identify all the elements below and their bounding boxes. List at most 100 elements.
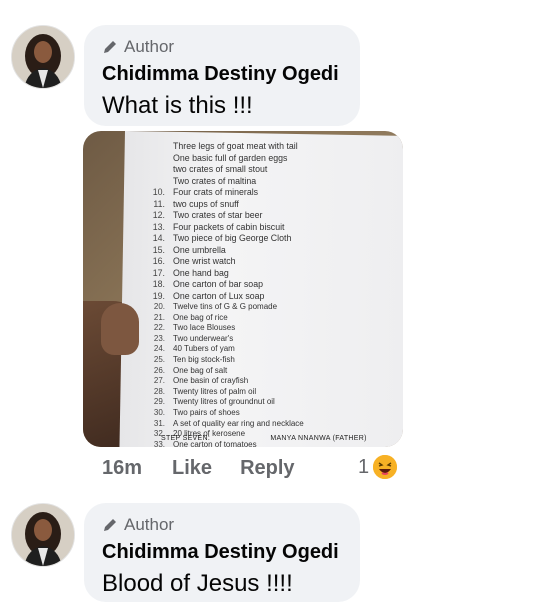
list-item: 23. Two underwear's [145,334,304,345]
list-item-number: 15. [152,244,165,255]
author-badge: Author [102,515,342,535]
list-item-text: One wrist watch [173,256,236,266]
list-item: 26. One bag of salt [145,366,304,377]
itemized-list: Three legs of goat meat with tail One bas… [145,141,304,447]
list-item: 19. One carton of Lux soap [145,291,304,303]
list-item-text: One basic full of garden eggs [173,152,288,163]
comment-bubble: Author Chidimma Destiny Ogedi Blood of J… [84,503,360,602]
list-item: 20. Twelve tins of G & G pomade [145,302,304,313]
list-item-number: 20. [153,302,165,311]
comment-text: Blood of Jesus !!!! [102,570,293,597]
list-item: 21. One bag of rice [145,313,304,324]
list-item-number: 27. [153,376,165,386]
list-item-number: 23. [153,333,165,343]
author-badge-label: Author [124,515,175,534]
reaction-summary[interactable]: 1 [358,455,398,479]
footer-right: MANYA NNANWA (FATHER) [270,435,367,442]
list-item-number [145,176,165,188]
pencil-icon [104,519,116,531]
list-item-number: 21. [153,312,165,322]
laughing-emoji-icon [373,455,398,479]
list-item-text: One bag of rice [173,312,228,322]
list-item-text: Two lace Blouses [173,323,236,333]
list-item-text: A set of quality ear ring and necklace [173,418,304,428]
list-item-number: 19. [152,290,165,301]
list-item-text: Two crates of star beer [173,210,263,220]
list-item: Three legs of goat meat with tail [145,141,304,153]
list-item: 22. Two lace Blouses [145,323,304,334]
list-item-text: Twelve tins of G & G pomade [173,302,278,311]
comment-bubble: Author Chidimma Destiny Ogedi What is th… [84,25,360,126]
list-item-number: 22. [153,323,165,333]
list-item-text: One basin of crayfish [173,376,249,386]
list-item-text: Two underwear's [173,333,234,343]
list-item: 27. One basin of crayfish [145,376,304,387]
list-item: 28. Twenty litres of palm oil [145,387,304,398]
list-footer: STEP SEVEN: MANYA NNANWA (FATHER) [161,435,367,442]
list-item-text: two cups of snuff [173,198,239,209]
list-item-text: Two pairs of shoes [173,407,240,417]
list-item-number: 10. [152,187,165,197]
list-item-text: One umbrella [173,244,226,255]
avatar[interactable] [11,503,75,567]
list-item-number: 24. [153,344,165,354]
comment-actions: 16m Like Reply [102,457,295,480]
list-item-text: 40 Tubers of yam [173,344,235,354]
comment-photo[interactable]: Three legs of goat meat with tail One bas… [83,131,403,447]
list-item: 14. Two piece of big George Cloth [145,233,304,245]
comment-text: What is this !!! [102,92,253,119]
list-item-number: 17. [152,267,165,278]
list-item-number: 29. [153,397,165,407]
list-item-text: One carton of Lux soap [173,290,265,301]
commenter-name[interactable]: Chidimma Destiny Ogedi [102,61,342,87]
list-item-text: Four packets of cabin biscuit [173,221,285,232]
list-item-number: 25. [153,354,165,364]
list-item-text: Three legs of goat meat with tail [173,141,298,151]
list-item-text: two crates of small stout [173,164,268,174]
avatar[interactable] [11,25,75,89]
list-item-number [145,141,165,153]
list-item-number: 14. [152,233,165,243]
list-item-number: 12. [152,210,165,220]
profile-photo [12,26,74,88]
reply-button[interactable]: Reply [240,457,294,480]
list-item: 17. One hand bag [145,268,304,280]
list-item: 12. Two crates of star beer [145,210,304,222]
list-item: 24. 40 Tubers of yam [145,344,304,355]
list-item-number: 31. [153,418,165,428]
list-item: 10. Four crats of minerals [145,187,304,199]
list-item: One basic full of garden eggs [145,153,304,165]
author-badge: Author [102,37,342,57]
like-button[interactable]: Like [172,457,212,480]
list-item-text: Two piece of big George Cloth [173,233,292,243]
list-item-text: Four crats of minerals [173,187,259,197]
list-item-text: One hand bag [173,267,229,278]
thumb [101,303,139,355]
reaction-count: 1 [358,455,370,478]
list-item-text: Two crates of maltina [173,175,257,186]
list-item-number: 26. [153,365,165,375]
list-item: 13. Four packets of cabin biscuit [145,222,304,234]
list-item-number: 16. [152,256,165,266]
list-item: 31. A set of quality ear ring and necklac… [145,419,304,430]
list-item: 16. One wrist watch [145,256,304,268]
author-badge-label: Author [124,37,175,56]
profile-photo [12,504,74,566]
list-item-number: 30. [153,407,165,417]
list-item-number [145,153,165,165]
list-item-number: 13. [152,221,165,232]
list-item: 18. One carton of bar soap [145,279,304,291]
list-item: Two crates of maltina [145,176,304,188]
list-item-text: One bag of salt [173,365,228,375]
list-item-text: Twenty litres of palm oil [173,386,257,396]
list-item-number: 11. [153,198,165,209]
list-item-number [145,164,165,176]
commenter-name[interactable]: Chidimma Destiny Ogedi [102,539,342,565]
footer-left: STEP SEVEN: [161,435,211,442]
list-item-number: 28. [153,386,165,396]
list-item: 11. two cups of snuff [145,199,304,211]
list-item-number: 18. [152,279,165,289]
list-item-text: One carton of bar soap [173,279,263,289]
pencil-icon [104,41,116,53]
timestamp[interactable]: 16m [102,457,142,480]
